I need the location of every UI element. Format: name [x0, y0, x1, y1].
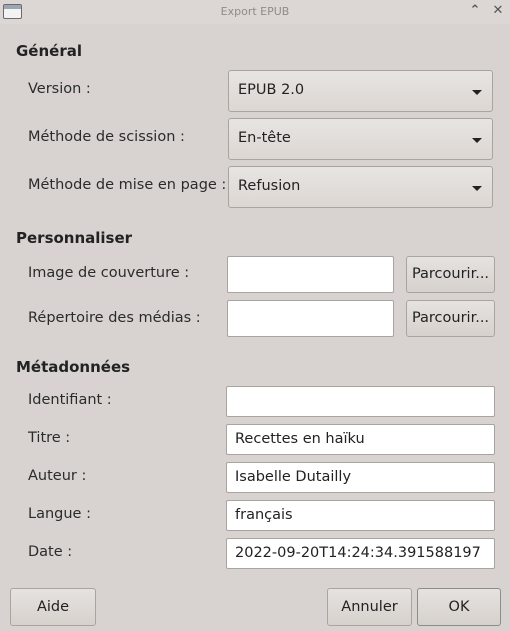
close-icon[interactable]: ✕ — [490, 3, 506, 19]
chevron-down-icon — [472, 90, 482, 95]
browse-media-button[interactable]: Parcourir... — [406, 300, 495, 337]
language-label: Langue : — [28, 506, 91, 522]
identifier-label: Identifiant : — [28, 392, 112, 408]
split-method-select[interactable]: En-tête — [228, 118, 493, 160]
title-bar: Export EPUB ⌃ ✕ — [0, 0, 510, 24]
cover-image-input[interactable] — [227, 256, 394, 293]
identifier-input[interactable] — [226, 386, 495, 417]
cancel-button[interactable]: Annuler — [327, 588, 412, 626]
media-folder-label: Répertoire des médias : — [28, 310, 201, 326]
minimize-icon[interactable]: ⌃ — [467, 3, 483, 19]
browse-cover-button[interactable]: Parcourir... — [406, 256, 495, 293]
date-label: Date : — [28, 544, 73, 560]
section-customize-heading: Personnaliser — [16, 229, 133, 247]
window-title: Export EPUB — [220, 5, 290, 18]
layout-method-value: Refusion — [238, 178, 301, 194]
version-select[interactable]: EPUB 2.0 — [228, 70, 493, 112]
cover-image-label: Image de couverture : — [28, 265, 190, 281]
layout-method-select[interactable]: Refusion — [228, 166, 493, 208]
media-folder-input[interactable] — [227, 300, 394, 337]
version-value: EPUB 2.0 — [238, 82, 305, 98]
layout-method-label: Méthode de mise en page : — [28, 177, 227, 193]
date-input[interactable]: 2022-09-20T14:24:34.391588197 — [226, 538, 495, 569]
split-method-label: Méthode de scission : — [28, 129, 185, 145]
title-label: Titre : — [28, 430, 71, 446]
chevron-down-icon — [472, 138, 482, 143]
title-input[interactable]: Recettes en haïku — [226, 424, 495, 455]
split-method-value: En-tête — [238, 130, 291, 146]
version-label: Version : — [28, 81, 91, 97]
chevron-down-icon — [472, 186, 482, 191]
ok-button[interactable]: OK — [417, 588, 501, 626]
author-label: Auteur : — [28, 468, 87, 484]
author-input[interactable]: Isabelle Dutailly — [226, 462, 495, 493]
section-general-heading: Général — [16, 42, 82, 60]
language-input[interactable]: français — [226, 500, 495, 531]
section-metadata-heading: Métadonnées — [16, 358, 131, 376]
help-button[interactable]: Aide — [10, 588, 96, 626]
